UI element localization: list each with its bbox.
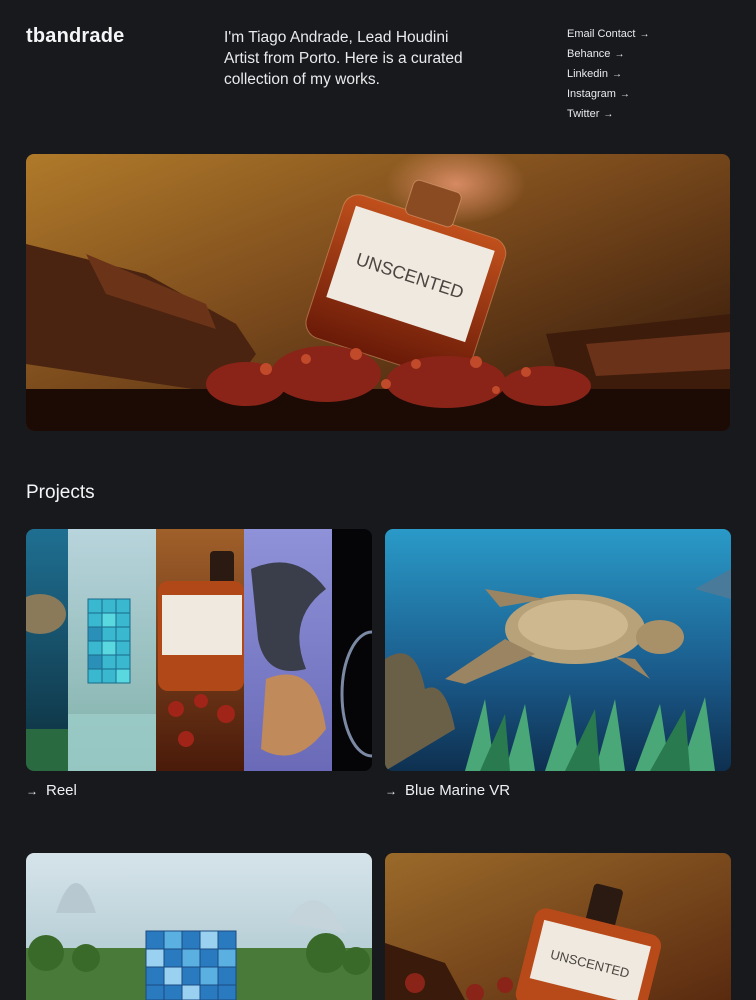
project-card-reel[interactable]	[26, 529, 372, 771]
twitter-label: Twitter	[567, 108, 600, 120]
twitter-link[interactable]: Twitter →	[567, 108, 649, 121]
arrow-right-icon: →	[614, 49, 625, 60]
instagram-link[interactable]: Instagram →	[567, 88, 649, 101]
arrow-right-icon: →	[603, 109, 614, 120]
blue-marine-thumbnail	[385, 529, 731, 771]
arrow-right-icon: →	[611, 69, 622, 80]
reel-thumbnail	[26, 529, 372, 771]
project-card-4[interactable]: UNSCENTED	[385, 853, 731, 1000]
project-3-thumbnail	[26, 853, 372, 1000]
project-card-blue-marine-vr[interactable]	[385, 529, 731, 771]
projects-heading: Projects	[26, 482, 95, 503]
intro-text: I'm Tiago Andrade, Lead Houdini Artist f…	[224, 29, 463, 88]
behance-link[interactable]: Behance →	[567, 48, 649, 61]
arrow-right-icon: →	[639, 29, 650, 40]
project-title-reel: Reel	[46, 782, 77, 799]
arrow-right-icon: →	[619, 89, 630, 100]
instagram-label: Instagram	[567, 88, 616, 100]
contact-links: Email Contact → Behance → Linkedin → Instag…	[567, 28, 649, 121]
linkedin-link[interactable]: Linkedin →	[567, 68, 649, 81]
behance-label: Behance	[567, 48, 611, 60]
project-link-blue-marine-vr[interactable]: → Blue Marine VR	[385, 782, 510, 799]
project-link-reel[interactable]: → Reel	[26, 782, 77, 799]
email-contact-label: Email Contact	[567, 28, 636, 40]
arrow-right-icon: →	[385, 783, 397, 798]
project-title-blue-marine-vr: Blue Marine VR	[405, 782, 511, 799]
linkedin-label: Linkedin	[567, 68, 608, 80]
email-contact-link[interactable]: Email Contact →	[567, 28, 649, 41]
hero-image: UNSCENTED	[26, 154, 730, 431]
project-card-3[interactable]	[26, 853, 372, 1000]
arrow-right-icon: →	[26, 783, 38, 798]
site-logo[interactable]: tbandrade	[26, 25, 124, 48]
project-4-thumbnail: UNSCENTED	[385, 853, 731, 1000]
